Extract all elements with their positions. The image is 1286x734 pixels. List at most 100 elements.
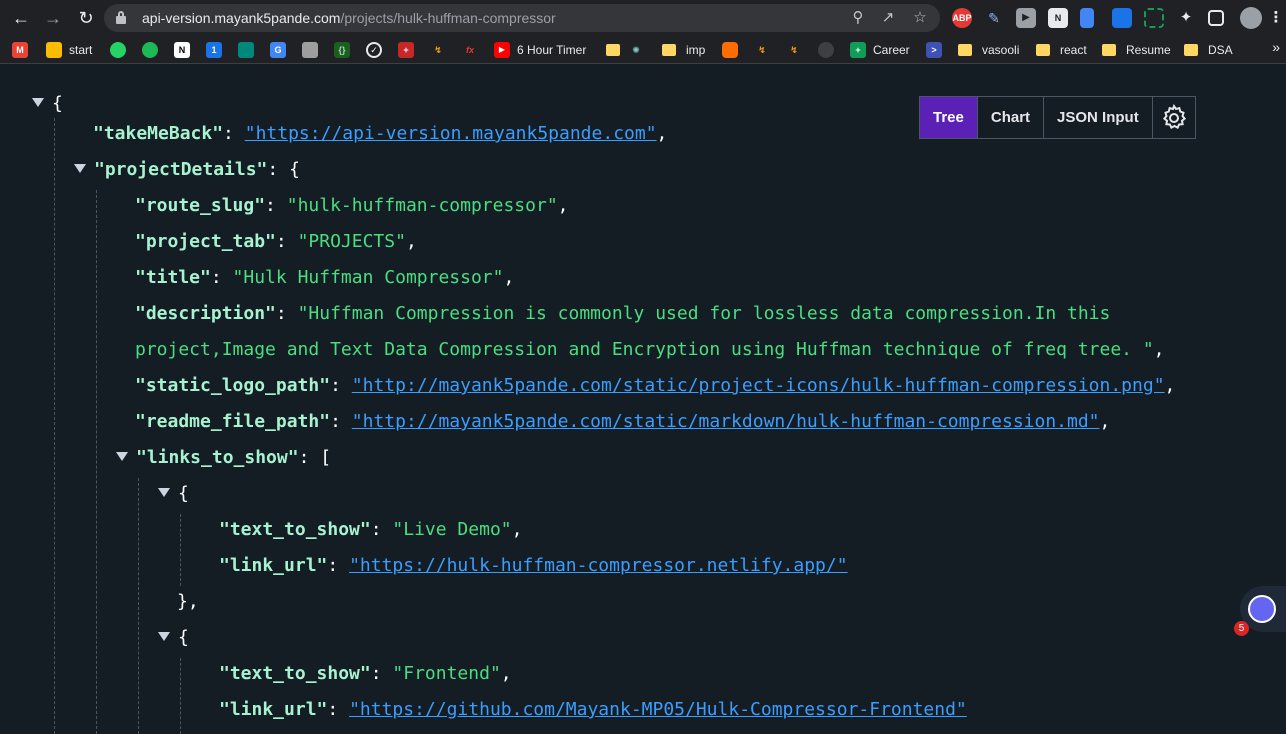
notion-icon: N — [174, 42, 190, 58]
bookmark-6-hour-timer[interactable]: ▶ 6 Hour Timer — [494, 41, 586, 59]
json-line-route-slug: "route_slug": "hulk-huffman-compressor", — [135, 195, 569, 216]
forward-arrow-icon[interactable]: → — [41, 6, 65, 30]
terminal-icon: > — [926, 42, 942, 58]
settings-gear-icon[interactable] — [1153, 97, 1195, 138]
tab-chart[interactable]: Chart — [978, 97, 1045, 138]
json-line-object-close: }, — [177, 591, 199, 612]
tab-json-input[interactable]: JSON Input — [1044, 97, 1153, 138]
bookmark-label: start — [69, 43, 93, 57]
json-line-link-url: "link_url": "https://github.com/Mayank-M… — [219, 699, 967, 720]
bookmark-cross[interactable]: + — [398, 41, 421, 59]
adblock-plus-icon[interactable]: ABP — [952, 8, 972, 28]
side-panel-icon[interactable] — [1208, 10, 1224, 26]
bookmark-whatsapp[interactable] — [110, 41, 133, 59]
url-text[interactable]: api-version.mayank5pande.com/projects/hu… — [142, 4, 556, 32]
bookmark-label: Career — [873, 43, 910, 57]
bookmark-label: vasooli — [982, 43, 1020, 57]
bookmark-folder-resume[interactable]: Resume — [1102, 41, 1171, 59]
view-mode-tabs: Tree Chart JSON Input — [919, 96, 1196, 139]
bookmark-folder-imp[interactable]: imp — [662, 41, 705, 59]
bookmarks-bar: M start N 1 G {} ✓ + ↯ fx ▶ 6 Hour Timer … — [0, 36, 1286, 64]
bookmark-notion[interactable]: N — [174, 41, 197, 59]
bookmark-check[interactable]: ✓ — [366, 41, 389, 59]
bookmark-gmail[interactable]: M — [12, 41, 35, 59]
collapse-arrow-icon[interactable] — [158, 631, 170, 641]
json-link-value[interactable]: "https://github.com/Mayank-MP05/Hulk-Com… — [349, 699, 967, 720]
json-link-value[interactable]: "http://mayank5pande.com/static/markdown… — [352, 411, 1100, 432]
bookmark-docs[interactable]: G — [270, 41, 293, 59]
tab-tree[interactable]: Tree — [920, 97, 978, 138]
json-string-value: "Huffman Compression is commonly used fo… — [297, 303, 1111, 324]
cross-icon: + — [398, 42, 414, 58]
address-bar[interactable]: api-version.mayank5pande.com/projects/hu… — [104, 4, 940, 32]
folder-icon — [1184, 44, 1198, 56]
json-key: "static_logo_path" — [135, 375, 331, 396]
reload-icon[interactable]: ↻ — [74, 6, 98, 30]
json-key: "description" — [135, 303, 276, 324]
screenshot-extension-icon[interactable] — [1144, 8, 1164, 28]
bookmark-career[interactable]: + Career — [850, 41, 910, 59]
bookmark-folder-vasooli[interactable]: vasooli — [958, 41, 1019, 59]
bookmark-label: imp — [686, 43, 706, 57]
json-line-project-tab: "project_tab": "PROJECTS", — [135, 231, 417, 252]
menu-kebab-icon[interactable]: ⋮ — [1266, 8, 1286, 28]
bookmark-star-icon[interactable]: ☆ — [910, 8, 930, 28]
zoom-icon[interactable]: ⚲ — [848, 8, 868, 28]
bookmark-github[interactable] — [818, 41, 841, 59]
json-root-line: { — [32, 86, 63, 122]
json-link-value[interactable]: "https://api-version.mayank5pande.com" — [245, 123, 657, 144]
collapse-arrow-icon[interactable] — [116, 451, 128, 461]
json-link-value[interactable]: "http://mayank5pande.com/static/project-… — [352, 375, 1165, 396]
reader-extension-icon[interactable] — [1112, 8, 1132, 28]
bookmark-label: react — [1060, 43, 1087, 57]
bookmark-dino[interactable]: ✺ — [628, 41, 651, 59]
json-string-value: "Frontend" — [392, 663, 501, 684]
json-key: "text_to_show" — [219, 519, 371, 540]
bookmark-hexagon[interactable] — [722, 41, 745, 59]
bookmark-profile[interactable] — [302, 41, 325, 59]
bookmark-folder-react[interactable]: react — [1036, 41, 1087, 59]
assistant-widget[interactable]: 5 — [1234, 586, 1286, 636]
bookmark-meet[interactable] — [238, 41, 261, 59]
notion-extension-icon[interactable]: N — [1048, 8, 1068, 28]
profile-avatar[interactable] — [1240, 7, 1262, 29]
json-key: "readme_file_path" — [135, 411, 331, 432]
bookmark-leetcode-2[interactable]: ↯ — [754, 41, 777, 59]
bookmark-leetcode[interactable]: ↯ — [430, 41, 453, 59]
lock-icon[interactable] — [116, 11, 126, 24]
back-arrow-icon[interactable]: ← — [9, 6, 33, 30]
collapse-arrow-icon[interactable] — [32, 97, 44, 107]
json-line-description-cont: project,Image and Text Data Compression … — [135, 339, 1165, 360]
collapse-arrow-icon[interactable] — [74, 163, 86, 173]
indent-guide — [180, 658, 181, 734]
pen-extension-icon[interactable]: ✎ — [984, 8, 1004, 28]
bookmark-calendar[interactable]: 1 — [206, 41, 229, 59]
collapse-arrow-icon[interactable] — [158, 487, 170, 497]
bookmark-spotify[interactable] — [142, 41, 165, 59]
extensions-puzzle-icon[interactable]: ✦ — [1176, 8, 1196, 28]
leetcode-icon: ↯ — [790, 45, 798, 55]
media-extension-icon[interactable]: ▶ — [1016, 8, 1036, 28]
youtube-icon: ▶ — [494, 42, 510, 58]
bookmark-code[interactable]: {} — [334, 41, 357, 59]
bookmark-start[interactable]: start — [46, 41, 92, 59]
share-icon[interactable]: ↗ — [878, 8, 898, 28]
json-key: "route_slug" — [135, 195, 266, 216]
bookmark-folder-dsa[interactable]: DSA — [1184, 41, 1233, 59]
json-key: "takeMeBack" — [93, 123, 224, 144]
doc-extension-icon[interactable] — [1080, 8, 1094, 28]
json-line-readme-file-path: "readme_file_path": "http://mayank5pande… — [135, 411, 1111, 432]
json-link-value[interactable]: "https://hulk-huffman-compressor.netlify… — [349, 555, 848, 576]
bookmark-fx[interactable]: fx — [462, 41, 485, 59]
leetcode-icon: ↯ — [758, 45, 766, 55]
json-key: "link_url" — [219, 555, 328, 576]
bookmark-terminal[interactable]: > — [926, 41, 949, 59]
bookmark-folder[interactable] — [606, 41, 630, 59]
more-bookmarks-icon[interactable]: » — [1272, 39, 1280, 55]
sheets-icon: + — [850, 42, 866, 58]
url-host: api-version.mayank5pande.com — [142, 10, 341, 26]
json-string-value: project,Image and Text Data Compression … — [135, 339, 1154, 360]
json-line-link-url: "link_url": "https://hulk-huffman-compre… — [219, 555, 848, 576]
whatsapp-icon — [110, 42, 126, 58]
bookmark-leetcode-3[interactable]: ↯ — [786, 41, 809, 59]
